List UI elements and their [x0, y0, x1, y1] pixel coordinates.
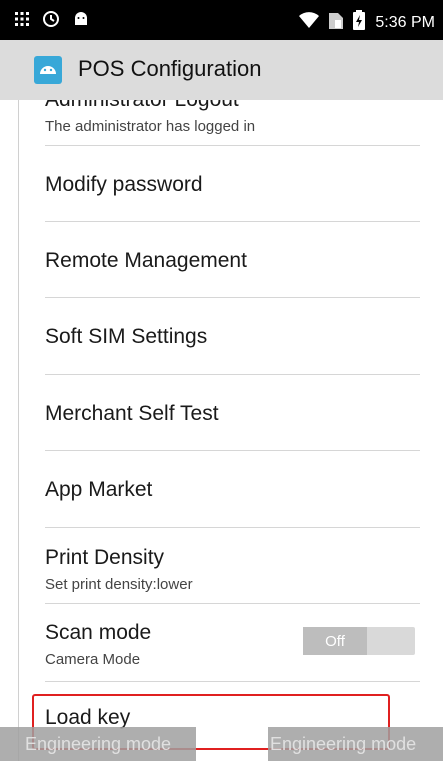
status-bar: 5:36 PM [0, 0, 443, 40]
clock-icon [42, 10, 60, 33]
app-logo-icon [34, 56, 62, 84]
settings-item-summary: The administrator has logged in [45, 118, 256, 135]
sim-icon [329, 11, 344, 34]
divider [45, 450, 420, 451]
settings-item-administrator-logout[interactable]: Administrator Logout The administrator h… [45, 100, 405, 135]
settings-item-remote-management[interactable]: Remote Management [45, 249, 405, 273]
page-title: POS Configuration [78, 56, 262, 81]
settings-item-print-density[interactable]: Print Density Set print density:lower [45, 546, 405, 593]
settings-item-title: Print Density [45, 546, 165, 569]
settings-list[interactable]: Administrator Logout The administrator h… [18, 100, 443, 761]
settings-item-merchant-self-test[interactable]: Merchant Self Test [45, 402, 405, 426]
divider [45, 297, 420, 298]
grid-icon [14, 11, 30, 32]
settings-item-title: Remote Management [45, 249, 247, 272]
divider [45, 145, 420, 146]
engineering-mode-button-left[interactable]: Engineering mode [0, 727, 196, 761]
divider [45, 374, 420, 375]
settings-item-title: Merchant Self Test [45, 402, 219, 425]
android-icon [72, 10, 90, 33]
settings-item-title: Administrator Logout [45, 100, 405, 112]
divider [45, 681, 420, 682]
divider [45, 221, 420, 222]
settings-item-modify-password[interactable]: Modify password [45, 173, 405, 197]
settings-item-app-market[interactable]: App Market [45, 478, 405, 502]
divider [45, 527, 420, 528]
divider [45, 603, 420, 604]
settings-item-title: App Market [45, 478, 153, 501]
settings-item-soft-sim[interactable]: Soft SIM Settings [45, 325, 405, 349]
engineering-mode-button-right[interactable]: Engineering mode [268, 727, 443, 761]
settings-item-title: Soft SIM Settings [45, 325, 208, 348]
status-right-icons: 5:36 PM [299, 10, 435, 35]
toggle-off-label: Off [303, 627, 367, 655]
status-left-icons [14, 10, 90, 33]
settings-item-title: Modify password [45, 173, 203, 196]
clock-time: 5:36 PM [375, 13, 435, 31]
battery-charging-icon [353, 10, 366, 35]
scan-mode-toggle[interactable]: Off [303, 627, 415, 655]
wifi-icon [299, 12, 320, 33]
settings-item-summary: Set print density:lower [45, 576, 193, 593]
